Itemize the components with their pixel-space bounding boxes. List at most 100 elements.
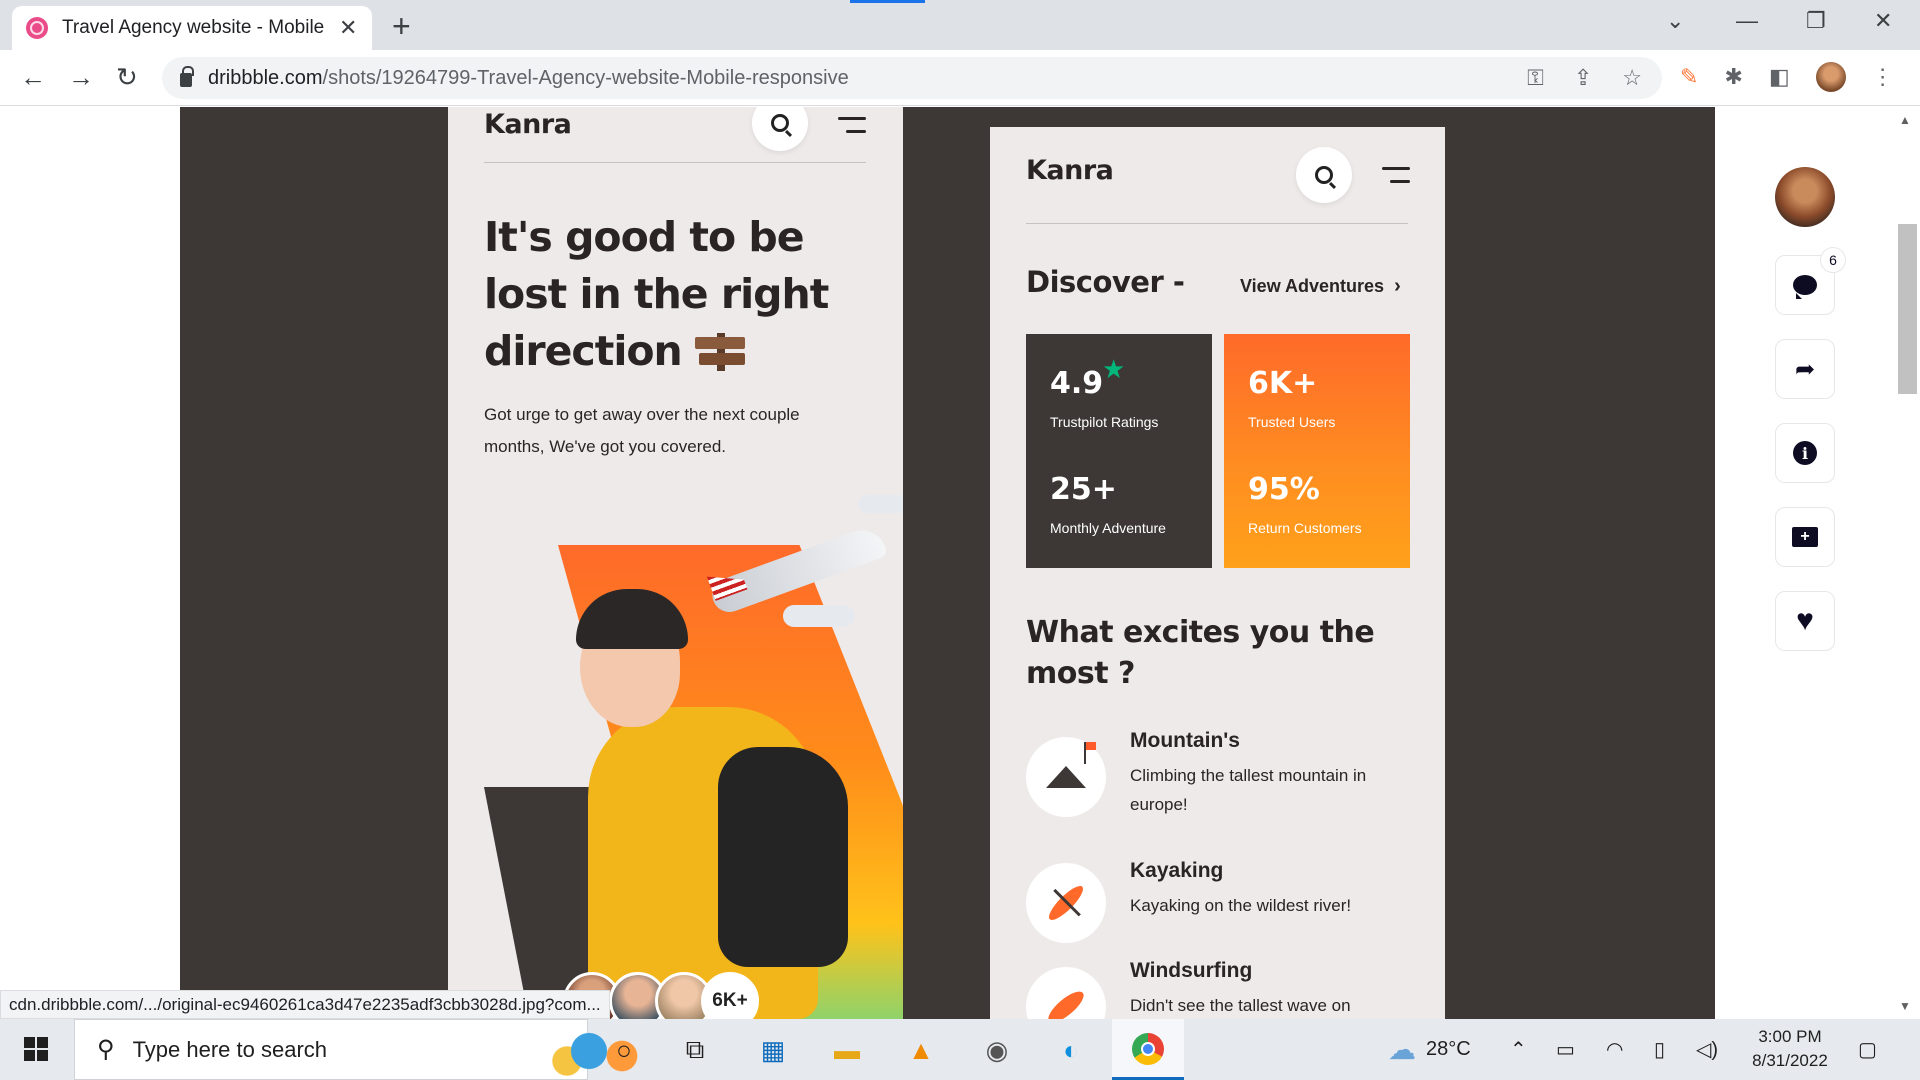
- star-icon: ★: [1102, 354, 1126, 384]
- minimize-button[interactable]: —: [1736, 8, 1758, 34]
- mobile-screen-hero: Kanra It's good to be lost in the right …: [448, 107, 903, 1019]
- comment-icon: [1793, 275, 1817, 299]
- show-hidden-icons[interactable]: ⌃: [1510, 1019, 1527, 1080]
- extensions-area: ✎ ✱ ◧ ⋮: [1680, 62, 1894, 92]
- mountain-icon: [1026, 737, 1106, 817]
- search-button: [752, 107, 808, 151]
- key-icon[interactable]: ⚿: [1527, 65, 1544, 91]
- wifi-icon[interactable]: ◠: [1606, 1019, 1623, 1080]
- back-icon[interactable]: ←: [20, 62, 46, 93]
- scroll-down-icon[interactable]: ▼: [1899, 999, 1911, 1013]
- heart-icon: ♥: [1796, 604, 1814, 637]
- windows-taskbar: ⚲ Type here to search ○ ⧉ ▦ ▬ ▲ ◉ ◐ ☁ 28…: [0, 1019, 1920, 1080]
- url-text: dribbble.com/shots/19264799-Travel-Agenc…: [208, 67, 849, 90]
- weather-widget[interactable]: ☁ 28°C: [1388, 1019, 1471, 1080]
- lock-icon[interactable]: [180, 66, 194, 87]
- page-content: Kanra It's good to be lost in the right …: [0, 107, 1920, 1019]
- media-player-icon[interactable]: ◉: [980, 1033, 1014, 1067]
- activity-desc: Kayaking on the wildest river!: [1130, 896, 1352, 915]
- notifications-icon[interactable]: ▢: [1858, 1019, 1877, 1080]
- cloud-rain-icon: ☁: [1388, 1034, 1416, 1065]
- hero-title: It's good to be lost in the right direct…: [484, 209, 864, 380]
- info-button[interactable]: i: [1775, 423, 1835, 483]
- scrollbar-thumb[interactable]: [1898, 224, 1917, 394]
- search-icon: [771, 114, 789, 132]
- activity-title: Kayaking: [1130, 859, 1224, 882]
- windsurf-icon: [1026, 967, 1106, 1019]
- return-value: 95%: [1248, 472, 1320, 507]
- chrome-icon: [1132, 1033, 1164, 1065]
- browser-tab[interactable]: Travel Agency website - Mobile responsiv…: [12, 6, 372, 50]
- kanra-logo: Kanra: [484, 109, 572, 140]
- forward-icon[interactable]: →: [68, 62, 94, 93]
- designer-avatar[interactable]: [1775, 167, 1835, 227]
- menu-kebab-icon[interactable]: ⋮: [1872, 64, 1894, 90]
- chevron-right-icon: ›: [1394, 275, 1401, 297]
- reload-icon[interactable]: ↻: [116, 62, 138, 93]
- url-path: /shots/19264799-Travel-Agency-website-Mo…: [322, 66, 849, 89]
- share-button[interactable]: ➦: [1775, 339, 1835, 399]
- profile-avatar[interactable]: [1815, 62, 1846, 92]
- cloud-shape: [783, 605, 855, 627]
- activity-title: Mountain's: [1130, 729, 1240, 752]
- microsoft-store-icon[interactable]: ▦: [756, 1033, 790, 1067]
- bookmark-star-icon[interactable]: ☆: [1622, 65, 1642, 91]
- side-panel-icon[interactable]: ◧: [1769, 64, 1790, 90]
- browser-toolbar: ← → ↻ dribbble.com/shots/19264799-Travel…: [0, 50, 1920, 106]
- system-clock[interactable]: 3:00 PM 8/31/2022: [1735, 1025, 1845, 1073]
- windows-start-icon[interactable]: [24, 1037, 48, 1061]
- cortana-icon[interactable]: ○: [607, 1033, 641, 1067]
- taskbar-search-box[interactable]: ⚲ Type here to search: [74, 1019, 655, 1080]
- tab-title: Travel Agency website - Mobile responsiv…: [62, 17, 327, 38]
- discover-heading: Discover -: [1026, 265, 1185, 299]
- rating-label: Trustpilot Ratings: [1050, 414, 1159, 430]
- activity-desc: Didn't see the tallest wave on: [1130, 996, 1351, 1015]
- save-to-collection-button[interactable]: +: [1775, 507, 1835, 567]
- close-tab-icon[interactable]: ✕: [339, 15, 357, 41]
- rating-value: 4.9: [1050, 366, 1104, 401]
- volume-icon[interactable]: ◁): [1696, 1019, 1718, 1080]
- taskbar-search-placeholder: Type here to search: [132, 1036, 328, 1062]
- stats-card-dark: 4.9 ★ Trustpilot Ratings 25+ Monthly Adv…: [1026, 334, 1212, 568]
- scroll-up-icon[interactable]: ▲: [1899, 113, 1911, 127]
- traveler-backpack: [718, 747, 848, 967]
- like-button[interactable]: ♥: [1775, 591, 1835, 651]
- color-picker-extension-icon[interactable]: ✎: [1680, 64, 1698, 90]
- chrome-taskbar-button[interactable]: [1112, 1019, 1184, 1080]
- hero-title-text: It's good to be lost in the right direct…: [484, 213, 829, 375]
- battery-icon[interactable]: ▭: [1556, 1019, 1575, 1080]
- users-value: 6K+: [1248, 366, 1318, 401]
- vlc-icon[interactable]: ▲: [904, 1033, 938, 1067]
- search-icon: [1315, 166, 1333, 184]
- monthly-value: 25+: [1050, 472, 1117, 507]
- new-tab-button[interactable]: +: [392, 8, 411, 45]
- search-icon: ⚲: [97, 1036, 115, 1063]
- kanra-logo: Kanra: [1026, 155, 1114, 186]
- signpost-icon: [695, 331, 747, 371]
- close-window-button[interactable]: ✕: [1874, 8, 1892, 34]
- hamburger-menu-icon: [838, 117, 866, 133]
- shot-image: Kanra It's good to be lost in the right …: [180, 107, 1715, 1019]
- link-status-bar: cdn.dribbble.com/.../original-ec9460261c…: [0, 990, 610, 1019]
- task-view-icon[interactable]: ⧉: [678, 1033, 712, 1067]
- folder-plus-icon: +: [1792, 527, 1818, 547]
- share-icon[interactable]: ⇪: [1574, 65, 1592, 91]
- device-icon[interactable]: ▯: [1654, 1019, 1665, 1080]
- edge-icon[interactable]: ◐: [1054, 1033, 1088, 1067]
- search-button: [1296, 147, 1352, 203]
- view-adventures-link: View Adventures ›: [1240, 275, 1401, 298]
- address-bar[interactable]: dribbble.com/shots/19264799-Travel-Agenc…: [162, 57, 1662, 99]
- tab-search-icon[interactable]: ⌄: [1666, 8, 1684, 34]
- dribbble-favicon-icon: [26, 17, 48, 39]
- activity-title: Windsurfing: [1130, 959, 1253, 982]
- extensions-puzzle-icon[interactable]: ✱: [1724, 64, 1742, 90]
- hero-subtitle: Got urge to get away over the next coupl…: [484, 405, 800, 456]
- header-divider: [484, 162, 866, 163]
- restore-button[interactable]: ❐: [1806, 8, 1826, 34]
- kayak-icon: [1026, 863, 1106, 943]
- file-explorer-icon[interactable]: ▬: [830, 1033, 864, 1067]
- comment-count-badge: 6: [1820, 247, 1846, 273]
- temperature: 28°C: [1426, 1038, 1471, 1060]
- tab-loading-indicator: [850, 0, 925, 3]
- hero-illustration: [448, 495, 903, 1019]
